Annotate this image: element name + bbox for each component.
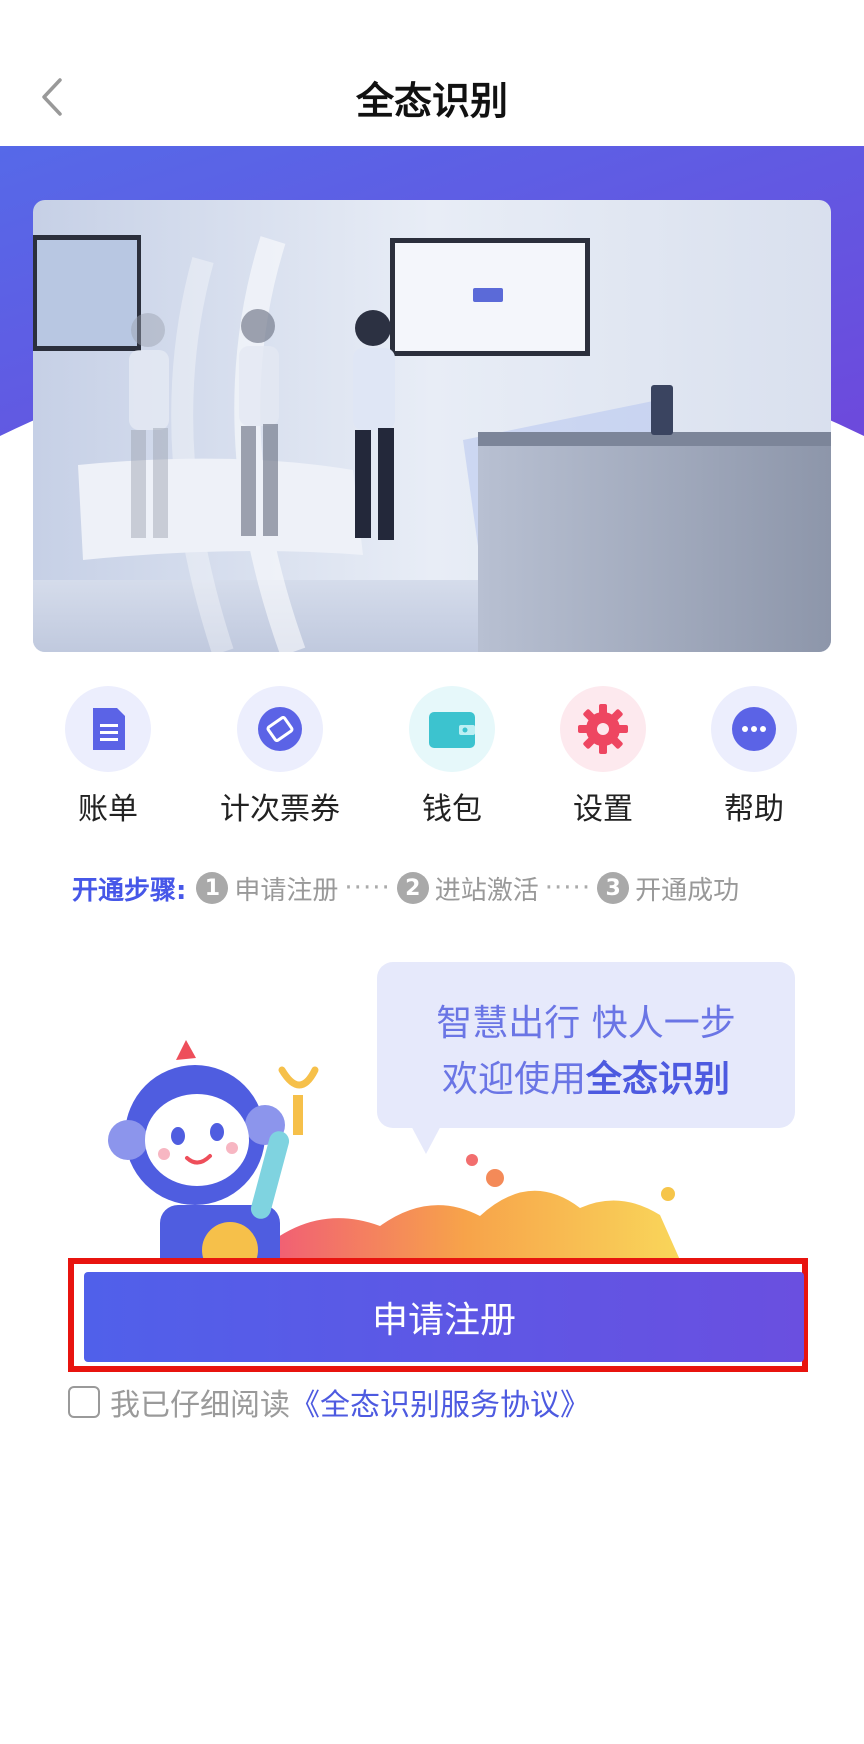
quick-action-tickets[interactable]: 计次票券 [205, 686, 355, 828]
step-label: 开通成功 [635, 875, 740, 906]
activation-steps: 开通步骤: 1 申请注册 ····· 2 进站激活 ····· 3 开通成功 [72, 868, 739, 908]
apply-register-button[interactable]: 申请注册 [84, 1272, 804, 1362]
quick-action-label: 计次票券 [220, 792, 340, 827]
step-number: 2 [396, 872, 429, 904]
cta-highlight-frame: 申请注册 [68, 1258, 808, 1372]
q-circle [711, 686, 797, 772]
step-label: 进站激活 [434, 875, 539, 906]
q-circle [560, 686, 646, 772]
step-number: 3 [597, 872, 630, 904]
quick-action-label: 设置 [573, 792, 633, 827]
quick-action-bill[interactable]: 账单 [33, 686, 183, 828]
quick-action-help[interactable]: 帮助 [679, 686, 829, 828]
step-label: 申请注册 [234, 875, 339, 906]
page-title: 全态识别 [355, 79, 508, 123]
q-circle [65, 686, 151, 772]
step-separator: ····· [344, 873, 391, 903]
q-circle [409, 686, 495, 772]
more-icon [732, 707, 776, 751]
robot-mascot-illustration [108, 1040, 680, 1260]
document-icon [93, 708, 125, 750]
quick-action-settings[interactable]: 设置 [528, 686, 678, 828]
gear-icon [578, 704, 628, 754]
agreement-link[interactable]: 《全态识别服务协议》 [290, 1380, 590, 1424]
bubble-line1: 智慧出行 快人一步 [436, 1003, 736, 1044]
q-circle [237, 686, 323, 772]
quick-action-label: 钱包 [422, 792, 482, 827]
ticket-icon [258, 707, 302, 751]
agreement-text: 我已仔细阅读 [110, 1388, 290, 1423]
agreement-row: 我已仔细阅读 《全态识别服务协议》 [68, 1380, 590, 1424]
quick-action-label: 账单 [78, 792, 138, 827]
wallet-icon [429, 712, 475, 748]
step-number: 1 [196, 872, 229, 904]
quick-action-wallet[interactable]: 钱包 [377, 686, 527, 828]
step-separator: ····· [544, 873, 592, 903]
hero-image [33, 200, 831, 652]
quick-actions: 账单 计次票券 钱包 设置 帮助 [0, 686, 864, 827]
quick-action-label: 帮助 [724, 792, 784, 827]
agreement-checkbox[interactable] [68, 1386, 100, 1418]
steps-lead: 开通步骤: [72, 875, 187, 906]
nav-bar: 全态识别 [0, 0, 864, 146]
